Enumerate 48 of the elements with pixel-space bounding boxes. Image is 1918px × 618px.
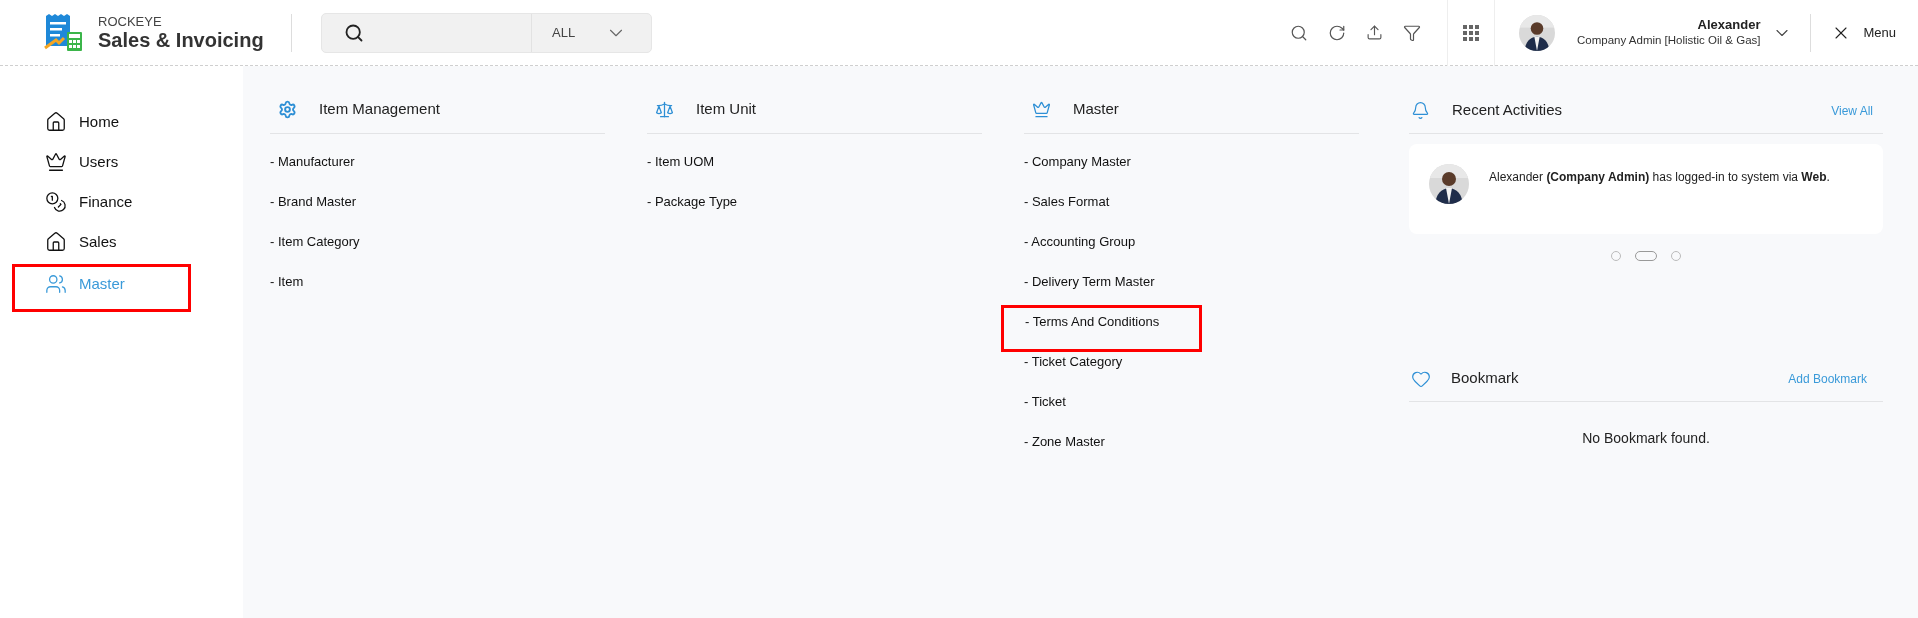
refresh-icon[interactable] — [1328, 23, 1347, 42]
brand-top-text: ROCKEYE — [98, 15, 163, 28]
sidebar-item[interactable]: Users — [14, 142, 189, 182]
menu-button[interactable]: Menu — [1811, 22, 1918, 43]
search-icon[interactable] — [1290, 23, 1309, 42]
menu-link[interactable]: - Item Category — [270, 232, 360, 252]
user-role: Company Admin [Holistic Oil & Gas] — [1577, 33, 1761, 48]
menu-link[interactable]: - Manufacturer — [270, 152, 355, 172]
bell-icon — [1411, 101, 1430, 120]
search-icon — [344, 22, 364, 43]
activity-text: Alexander (Company Admin) has logged-in to system via Web. — [1489, 169, 1830, 186]
invoice-logo-icon — [44, 13, 84, 52]
crown-icon — [1032, 100, 1051, 119]
coins-icon — [45, 191, 67, 213]
menu-link[interactable]: - Terms And Conditions — [1004, 308, 1200, 349]
empty-message: No Bookmark found. — [1582, 430, 1710, 446]
menu-link[interactable]: - Ticket Category — [1024, 352, 1123, 372]
upload-icon[interactable] — [1366, 24, 1384, 41]
scope-dropdown[interactable]: ALL — [531, 13, 651, 52]
menu-link[interactable]: - Item — [270, 272, 304, 292]
gear-icon — [278, 100, 297, 119]
menu-link[interactable]: - Delivery Term Master — [1024, 272, 1155, 292]
house-icon — [45, 111, 67, 133]
apps-grid-icon[interactable] — [1463, 24, 1480, 41]
search-field[interactable]: ALL — [321, 12, 652, 53]
users-icon — [45, 273, 67, 295]
user-name: Alexander — [1697, 17, 1761, 34]
app-title: Sales & Invoicing — [98, 30, 264, 50]
sidebar-item[interactable]: Finance — [14, 182, 189, 222]
menu-link[interactable]: - Accounting Group — [1024, 232, 1136, 252]
section-title: Item Unit — [696, 99, 756, 120]
sidebar-item[interactable]: Home — [14, 102, 189, 142]
section-title: Master — [1073, 99, 1119, 120]
scale-icon — [655, 100, 674, 119]
menu-link[interactable]: - Ticket — [1024, 392, 1066, 412]
menu-link[interactable]: - Item UOM — [647, 152, 715, 172]
filter-icon[interactable] — [1403, 23, 1422, 42]
menu-link[interactable]: - Brand Master — [270, 192, 356, 212]
section-title: Bookmark — [1451, 368, 1519, 389]
menu-link[interactable]: - Sales Format — [1024, 192, 1110, 212]
menu-link[interactable]: - Zone Master — [1024, 432, 1105, 452]
section-title: Item Management — [319, 99, 440, 120]
house-icon — [45, 231, 67, 253]
sidebar-item[interactable]: Sales — [14, 222, 189, 262]
menu-link[interactable]: - Company Master — [1024, 152, 1131, 172]
menu-link[interactable]: - Package Type — [647, 192, 738, 212]
section-title: Recent Activities — [1452, 100, 1563, 121]
crown-icon — [45, 151, 67, 173]
